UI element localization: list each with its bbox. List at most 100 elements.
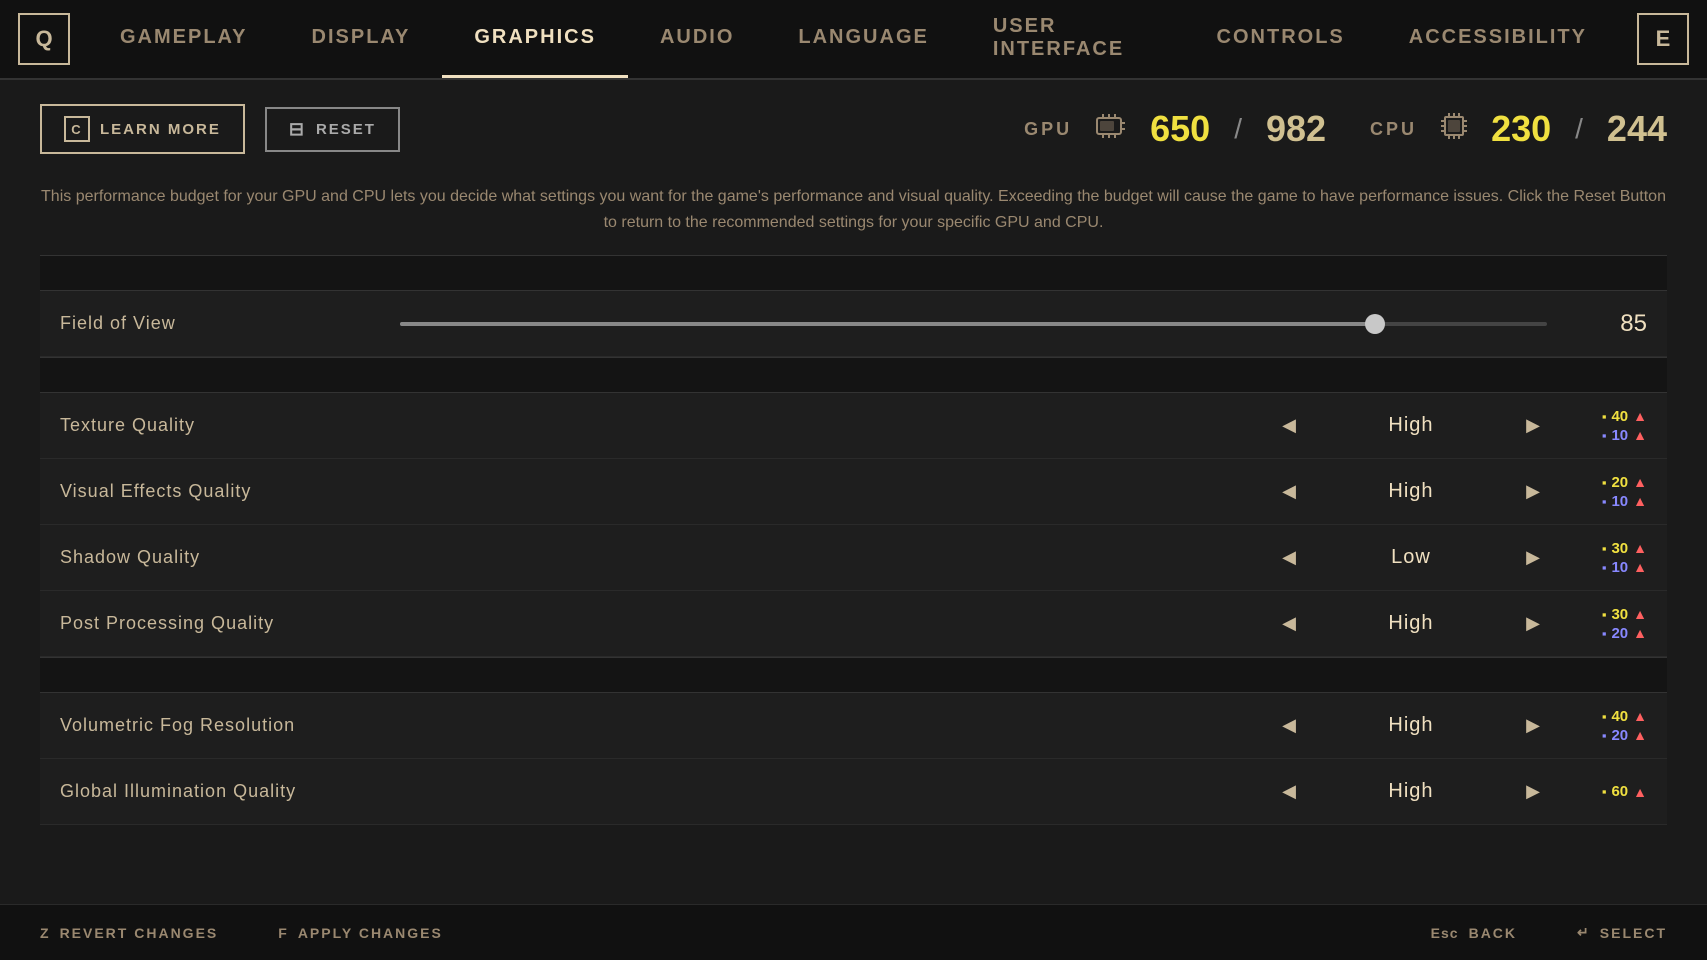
learn-key-icon: C bbox=[64, 116, 90, 142]
post-gpu-up: ▲ bbox=[1633, 606, 1647, 622]
cpu-label: CPU bbox=[1370, 119, 1417, 140]
performance-info: GPU 650 / 982 CPU bbox=[1024, 108, 1667, 150]
shadow-gpu-icon: ▪ bbox=[1602, 541, 1607, 556]
shadow-gpu-value: 30 bbox=[1611, 540, 1628, 557]
section-divider-2 bbox=[40, 357, 1667, 393]
texture-quality-prev[interactable]: ◀ bbox=[1267, 404, 1311, 448]
back-label: BACK bbox=[1469, 925, 1517, 941]
shadow-quality-label: Shadow Quality bbox=[60, 547, 1267, 568]
gpu-label: GPU bbox=[1024, 119, 1072, 140]
nav-item-controls[interactable]: CONTROLS bbox=[1185, 0, 1377, 78]
texture-quality-value: High bbox=[1311, 414, 1511, 437]
gpu-separator: / bbox=[1234, 113, 1242, 145]
nav-item-language[interactable]: LANGUAGE bbox=[766, 0, 960, 78]
content-area: C LEARN MORE ⊟ RESET GPU bbox=[0, 80, 1707, 825]
texture-gpu-up: ▲ bbox=[1633, 408, 1647, 424]
post-processing-label: Post Processing Quality bbox=[60, 613, 1267, 634]
fog-gpu-value: 40 bbox=[1611, 708, 1628, 725]
visual-effects-controls: ◀ High ▶ bbox=[1267, 470, 1555, 514]
shadow-quality-row: Shadow Quality ◀ Low ▶ ▪ 30 ▲ ▪ 10 ▲ bbox=[40, 525, 1667, 591]
fov-slider-thumb[interactable] bbox=[1365, 314, 1385, 334]
back-key: Esc bbox=[1431, 925, 1459, 941]
shadow-quality-budget: ▪ 30 ▲ ▪ 10 ▲ bbox=[1567, 540, 1647, 576]
settings-list-2: Volumetric Fog Resolution ◀ High ▶ ▪ 40 … bbox=[40, 693, 1667, 825]
shadow-quality-prev[interactable]: ◀ bbox=[1267, 536, 1311, 580]
volumetric-fog-prev[interactable]: ◀ bbox=[1267, 704, 1311, 748]
back-action[interactable]: Esc BACK bbox=[1431, 925, 1517, 941]
cpu-max: 244 bbox=[1607, 108, 1667, 150]
global-illumination-prev[interactable]: ◀ bbox=[1267, 770, 1311, 814]
fog-cpu-value: 20 bbox=[1611, 727, 1628, 744]
cpu-icon bbox=[1441, 113, 1467, 145]
texture-cpu-icon: ▪ bbox=[1602, 428, 1607, 443]
shadow-quality-value: Low bbox=[1311, 546, 1511, 569]
global-illumination-next[interactable]: ▶ bbox=[1511, 770, 1555, 814]
gi-gpu-value: 60 bbox=[1611, 783, 1628, 800]
post-cpu-icon: ▪ bbox=[1602, 626, 1607, 641]
nav-item-gameplay[interactable]: GAMEPLAY bbox=[88, 0, 280, 78]
visual-effects-budget: ▪ 20 ▲ ▪ 10 ▲ bbox=[1567, 474, 1647, 510]
revert-label: REVERT CHANGES bbox=[60, 925, 219, 941]
nav-item-audio[interactable]: AUDIO bbox=[628, 0, 766, 78]
volumetric-fog-controls: ◀ High ▶ bbox=[1267, 704, 1555, 748]
visual-effects-label: Visual Effects Quality bbox=[60, 481, 1267, 502]
post-gpu-budget: ▪ 30 ▲ bbox=[1602, 606, 1647, 623]
visual-effects-value: High bbox=[1311, 480, 1511, 503]
visual-effects-prev[interactable]: ◀ bbox=[1267, 470, 1311, 514]
texture-quality-next[interactable]: ▶ bbox=[1511, 404, 1555, 448]
post-processing-budget: ▪ 30 ▲ ▪ 20 ▲ bbox=[1567, 606, 1647, 642]
fov-slider-container[interactable] bbox=[360, 322, 1587, 326]
texture-quality-label: Texture Quality bbox=[60, 415, 1267, 436]
revert-key: Z bbox=[40, 925, 50, 941]
visual-cpu-value: 10 bbox=[1611, 493, 1628, 510]
visual-gpu-budget: ▪ 20 ▲ bbox=[1602, 474, 1647, 491]
select-action[interactable]: ↵ SELECT bbox=[1577, 924, 1667, 941]
post-processing-prev[interactable]: ◀ bbox=[1267, 602, 1311, 646]
gi-gpu-up: ▲ bbox=[1633, 784, 1647, 800]
visual-gpu-value: 20 bbox=[1611, 474, 1628, 491]
post-cpu-budget: ▪ 20 ▲ bbox=[1602, 625, 1647, 642]
texture-cpu-value: 10 bbox=[1611, 427, 1628, 444]
post-processing-next[interactable]: ▶ bbox=[1511, 602, 1555, 646]
visual-effects-next[interactable]: ▶ bbox=[1511, 470, 1555, 514]
nav-item-accessibility[interactable]: ACCESSIBILITY bbox=[1377, 0, 1619, 78]
fov-slider-track[interactable] bbox=[400, 322, 1547, 326]
gi-gpu-icon: ▪ bbox=[1602, 784, 1607, 799]
texture-cpu-budget: ▪ 10 ▲ bbox=[1602, 427, 1647, 444]
reset-label: RESET bbox=[316, 121, 376, 138]
section-divider-3 bbox=[40, 657, 1667, 693]
revert-changes-action[interactable]: Z REVERT CHANGES bbox=[40, 925, 218, 941]
post-cpu-value: 20 bbox=[1611, 625, 1628, 642]
reset-key-icon: ⊟ bbox=[289, 119, 306, 140]
top-controls: C LEARN MORE ⊟ RESET GPU bbox=[40, 80, 1667, 174]
shadow-gpu-budget: ▪ 30 ▲ bbox=[1602, 540, 1647, 557]
fog-gpu-up: ▲ bbox=[1633, 708, 1647, 724]
volumetric-fog-value: High bbox=[1311, 714, 1511, 737]
apply-changes-action[interactable]: F APPLY CHANGES bbox=[278, 925, 443, 941]
reset-button[interactable]: ⊟ RESET bbox=[265, 107, 400, 152]
shadow-quality-next[interactable]: ▶ bbox=[1511, 536, 1555, 580]
gi-gpu-budget: ▪ 60 ▲ bbox=[1602, 783, 1647, 800]
shadow-gpu-up: ▲ bbox=[1633, 540, 1647, 556]
global-illumination-value: High bbox=[1311, 780, 1511, 803]
visual-gpu-up: ▲ bbox=[1633, 474, 1647, 490]
post-processing-quality-row: Post Processing Quality ◀ High ▶ ▪ 30 ▲ … bbox=[40, 591, 1667, 657]
fog-cpu-icon: ▪ bbox=[1602, 728, 1607, 743]
nav-item-display[interactable]: DISPLAY bbox=[280, 0, 443, 78]
volumetric-fog-row: Volumetric Fog Resolution ◀ High ▶ ▪ 40 … bbox=[40, 693, 1667, 759]
apply-label: APPLY CHANGES bbox=[298, 925, 443, 941]
select-key: ↵ bbox=[1577, 924, 1590, 941]
nav-item-user-interface[interactable]: USER INTERFACE bbox=[961, 0, 1185, 78]
post-processing-value: High bbox=[1311, 612, 1511, 635]
global-illumination-row: Global Illumination Quality ◀ High ▶ ▪ 6… bbox=[40, 759, 1667, 825]
post-gpu-value: 30 bbox=[1611, 606, 1628, 623]
learn-more-button[interactable]: C LEARN MORE bbox=[40, 104, 245, 154]
nav-bar: Q GAMEPLAY DISPLAY GRAPHICS AUDIO LANGUA… bbox=[0, 0, 1707, 80]
visual-gpu-icon: ▪ bbox=[1602, 475, 1607, 490]
select-label: SELECT bbox=[1600, 925, 1667, 941]
texture-gpu-budget: ▪ 40 ▲ bbox=[1602, 408, 1647, 425]
volumetric-fog-next[interactable]: ▶ bbox=[1511, 704, 1555, 748]
fog-cpu-budget: ▪ 20 ▲ bbox=[1602, 727, 1647, 744]
texture-quality-controls: ◀ High ▶ bbox=[1267, 404, 1555, 448]
nav-item-graphics[interactable]: GRAPHICS bbox=[442, 0, 628, 78]
